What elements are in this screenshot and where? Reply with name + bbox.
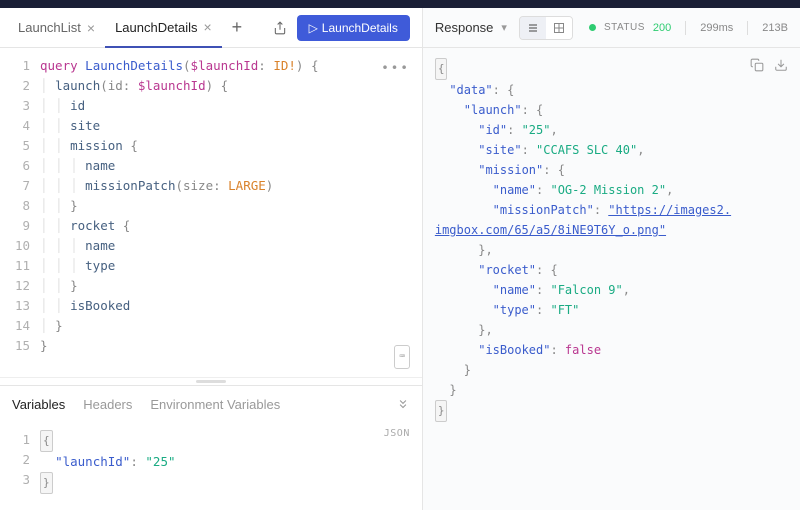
variables-editor[interactable]: 123 JSON { "launchId": "25"} — [0, 422, 422, 510]
response-view-toggle — [519, 16, 573, 40]
keyboard-icon[interactable]: ⌨ — [394, 345, 409, 369]
status-code: 200 — [653, 22, 671, 34]
close-icon[interactable]: × — [87, 20, 95, 36]
add-tab-button[interactable]: + — [222, 17, 253, 38]
variables-panel: Variables Headers Environment Variables … — [0, 385, 422, 510]
vars-tab-bar: Variables Headers Environment Variables — [0, 386, 422, 422]
view-table-button[interactable] — [546, 17, 572, 39]
chevron-down-icon[interactable]: ▾ — [501, 21, 507, 34]
query-editor[interactable]: 123456789101112131415 ••• ⌨ query Launch… — [0, 48, 422, 377]
editor-gutter: 123456789101112131415 — [0, 48, 40, 377]
response-header: Response ▾ STATUS 200 299ms 213B — [423, 8, 800, 48]
view-json-button[interactable] — [520, 17, 546, 39]
operation-tab-bar: LaunchList × LaunchDetails × + ▷ LaunchD… — [0, 8, 422, 48]
response-actions — [750, 58, 788, 72]
run-query-button[interactable]: ▷ LaunchDetails — [297, 15, 410, 41]
editor-code[interactable]: ••• ⌨ query LaunchDetails($launchId: ID!… — [40, 48, 422, 377]
play-icon: ▷ — [309, 21, 318, 35]
left-panel: LaunchList × LaunchDetails × + ▷ LaunchD… — [0, 8, 423, 510]
share-icon[interactable] — [263, 21, 297, 35]
app-top-bar — [0, 0, 800, 8]
tab-variables[interactable]: Variables — [12, 397, 65, 412]
run-button-label: LaunchDetails — [322, 21, 398, 35]
download-icon[interactable] — [774, 58, 788, 72]
status-indicator-icon — [589, 24, 596, 31]
tab-label: LaunchDetails — [115, 20, 197, 35]
vars-gutter: 123 — [0, 422, 40, 502]
copy-icon[interactable] — [750, 58, 764, 72]
more-menu-icon[interactable]: ••• — [381, 58, 410, 78]
tab-headers[interactable]: Headers — [83, 397, 132, 412]
panel-resize-handle[interactable] — [0, 377, 422, 385]
status-label: STATUS — [604, 22, 645, 33]
collapse-icon[interactable] — [396, 397, 410, 411]
vars-code[interactable]: JSON { "launchId": "25"} — [40, 422, 422, 502]
tab-launchlist[interactable]: LaunchList × — [8, 8, 105, 48]
response-panel: Response ▾ STATUS 200 299ms 213B — [423, 8, 800, 510]
tab-launchdetails[interactable]: LaunchDetails × — [105, 8, 222, 48]
json-format-badge: JSON — [384, 424, 410, 444]
tab-label: LaunchList — [18, 20, 81, 35]
response-time: 299ms — [700, 22, 733, 34]
tab-env-vars[interactable]: Environment Variables — [150, 397, 280, 412]
response-body[interactable]: { "data": { "launch": { "id": "25", "sit… — [423, 48, 800, 510]
main-layout: LaunchList × LaunchDetails × + ▷ LaunchD… — [0, 8, 800, 510]
response-title: Response — [435, 20, 494, 35]
close-icon[interactable]: × — [203, 19, 211, 35]
response-size: 213B — [762, 22, 788, 34]
